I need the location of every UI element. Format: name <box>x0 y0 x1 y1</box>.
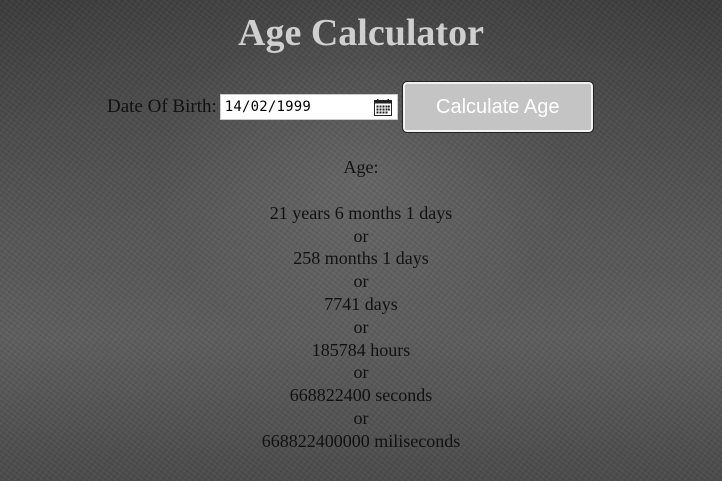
dob-label: Date Of Birth: <box>107 96 217 117</box>
result-hours: 185784 hours <box>311 339 411 360</box>
dob-date-input[interactable]: 14/02/1999 <box>219 94 398 120</box>
calendar-icon[interactable] <box>373 99 392 116</box>
page-title: Age Calculator <box>238 12 484 54</box>
result-years-months-days: 21 years 6 months 1 days <box>269 202 453 223</box>
dob-form: Date Of Birth: 14/02/1999 Calculate Age <box>107 81 594 133</box>
result-months-days: 258 months 1 days <box>293 248 429 269</box>
dob-date-value: 14/02/1999 <box>224 99 312 115</box>
result-separator: or <box>353 407 369 428</box>
result-heading: Age: <box>343 157 379 177</box>
result-separator: or <box>353 316 369 337</box>
result-milliseconds: 668822400000 miliseconds <box>261 430 461 451</box>
result-days: 7741 days <box>324 293 398 314</box>
calculate-age-button[interactable]: Calculate Age <box>401 81 594 133</box>
result-seconds: 668822400 seconds <box>289 385 433 406</box>
result-separator: or <box>353 225 369 246</box>
result-separator: or <box>353 271 369 292</box>
result-separator: or <box>353 362 369 383</box>
age-result: Age: 21 years 6 months 1 days or 258 mon… <box>0 156 722 453</box>
